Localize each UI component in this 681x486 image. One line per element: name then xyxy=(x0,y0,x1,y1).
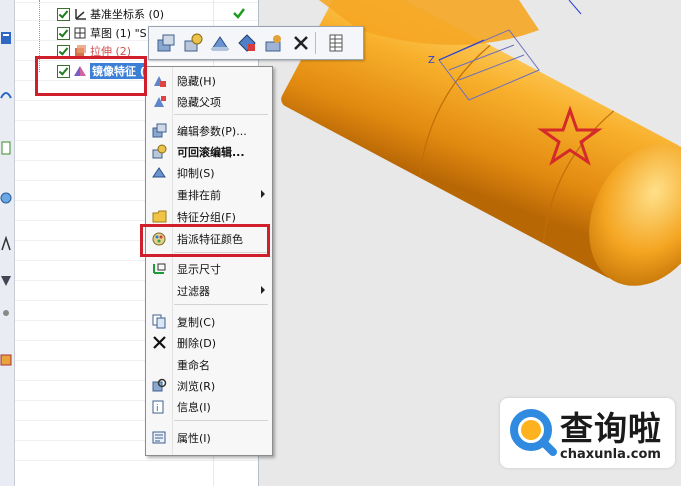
menu-item-info[interactable]: i 信息(I) xyxy=(146,396,272,416)
browse-icon xyxy=(152,378,167,392)
datum-csys-icon xyxy=(75,9,86,20)
menu-item-show-dimensions[interactable]: 显示尺寸 xyxy=(146,258,272,278)
compass-icon[interactable] xyxy=(0,236,12,252)
roles-icon[interactable] xyxy=(0,272,12,288)
menu-item-hide-parents[interactable]: 隐藏父项 xyxy=(146,91,272,111)
suppress-icon[interactable] xyxy=(209,32,231,54)
row-divider xyxy=(15,460,258,461)
row-divider xyxy=(15,2,258,3)
submenu-arrow-icon xyxy=(261,286,265,294)
menu-item-copy[interactable]: 复制(C) xyxy=(146,311,272,331)
copy-icon xyxy=(152,314,166,329)
up-to-date-check-icon xyxy=(233,8,245,19)
assign-color-icon[interactable] xyxy=(236,32,258,54)
tree-row-datum-csys[interactable]: 基准坐标系 (0) xyxy=(57,5,164,23)
wifi-icon[interactable] xyxy=(0,86,12,102)
left-vertical-toolbar xyxy=(0,0,15,486)
resource-bar-icon[interactable] xyxy=(0,30,12,46)
page-icon[interactable] xyxy=(0,140,12,156)
watermark-logo: 查询啦 chaxunla.com xyxy=(500,398,675,468)
menu-item-filter[interactable]: 过滤器 xyxy=(146,280,272,300)
submenu-arrow-icon xyxy=(261,190,265,198)
highlight-box-assign-color xyxy=(140,224,270,257)
menu-separator xyxy=(174,304,268,305)
hide-parents-icon xyxy=(154,96,166,107)
menu-item-feature-group[interactable]: 特征分组(F) xyxy=(146,206,272,226)
delete-icon[interactable] xyxy=(290,32,312,54)
mini-toolbar xyxy=(148,26,364,60)
suppress-icon xyxy=(152,167,166,178)
menu-separator xyxy=(174,420,268,421)
context-menu: 隐藏(H) 隐藏父项 编辑参数(P)... 可回滚编辑... 抑制(S) 重排在… xyxy=(145,66,273,456)
svg-text:i: i xyxy=(156,404,159,414)
table-icon[interactable] xyxy=(325,32,347,54)
globe-icon[interactable] xyxy=(0,190,12,206)
watermark-url: chaxunla.com xyxy=(560,447,661,462)
menu-item-suppress[interactable]: 抑制(S) xyxy=(146,162,272,182)
tools-icon[interactable] xyxy=(0,305,12,321)
tree-row-sketch[interactable]: 草图 (1) "S xyxy=(57,24,147,42)
z-axis-label: Z xyxy=(428,55,435,66)
menu-item-edit-parameters[interactable]: 编辑参数(P)... xyxy=(146,120,272,140)
menu-item-rollback-edit[interactable]: 可回滚编辑... xyxy=(146,141,272,161)
visibility-checkbox[interactable] xyxy=(57,26,70,40)
tree-label: 基准坐标系 (0) xyxy=(90,8,165,21)
palette-icon[interactable] xyxy=(0,352,12,368)
menu-item-delete[interactable]: 删除(D) xyxy=(146,332,272,352)
magnifier-logo-icon xyxy=(510,409,557,456)
edit-parameters-icon xyxy=(152,123,167,138)
menu-separator xyxy=(174,114,268,115)
toolbar-separator xyxy=(315,32,316,54)
info-icon: i xyxy=(152,400,164,414)
menu-item-reorder-before[interactable]: 重排在前 xyxy=(146,184,272,204)
show-dimensions-icon xyxy=(153,263,166,274)
rollback-edit-icon xyxy=(152,144,167,159)
visibility-checkbox[interactable] xyxy=(57,7,70,21)
menu-item-properties[interactable]: 属性(I) xyxy=(146,427,272,447)
sketch-icon xyxy=(74,27,86,39)
edit-parameters-icon[interactable] xyxy=(155,32,177,54)
watermark-title: 查询啦 xyxy=(560,409,662,448)
tree-label: 草图 (1) "S xyxy=(90,27,147,40)
properties-icon xyxy=(152,431,166,444)
menu-item-rename[interactable]: 重命名 xyxy=(146,354,272,374)
folder-icon xyxy=(152,210,167,223)
menu-item-hide[interactable]: 隐藏(H) xyxy=(146,70,272,90)
highlight-box-mirror-feature xyxy=(35,56,147,96)
hide-icon xyxy=(154,76,166,87)
feature-group-icon[interactable] xyxy=(263,32,285,54)
menu-item-browse[interactable]: 浏览(R) xyxy=(146,375,272,395)
delete-icon xyxy=(153,336,166,349)
rollback-edit-icon[interactable] xyxy=(182,32,204,54)
